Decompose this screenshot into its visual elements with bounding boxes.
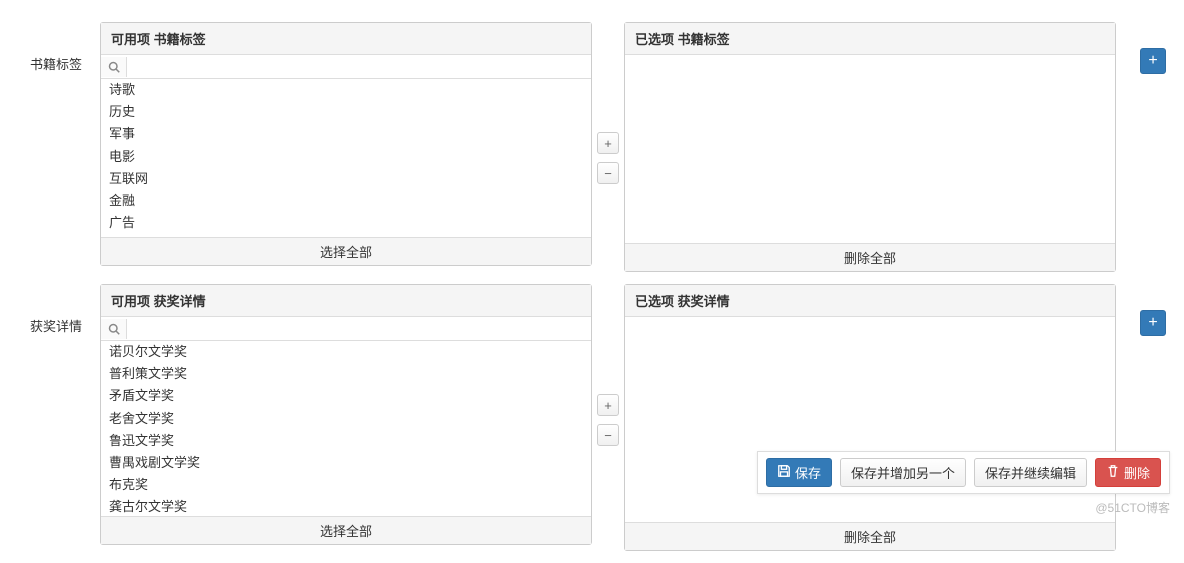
search-icon — [101, 57, 127, 77]
move-left-button-tags[interactable]: − — [597, 162, 619, 184]
list-item[interactable]: 广告 — [101, 212, 591, 234]
move-buttons-awards: + − — [592, 284, 624, 446]
list-item[interactable]: 普利策文学奖 — [101, 363, 591, 385]
move-right-button-tags[interactable]: + — [597, 132, 619, 154]
list-item[interactable]: 矛盾文学奖 — [101, 385, 591, 407]
list-item[interactable]: 金融 — [101, 190, 591, 212]
label-awards: 获奖详情 — [0, 284, 100, 335]
remove-all-awards[interactable]: 删除全部 — [625, 522, 1115, 550]
select-all-awards[interactable]: 选择全部 — [101, 516, 591, 544]
save-label: 保存 — [795, 463, 821, 482]
form-row-awards: 获奖详情 可用项 获奖详情 诺贝尔文学奖 普利策文学奖 矛盾文学奖 老舍文学奖 … — [0, 284, 1184, 563]
watermark: @51CTO博客 — [1095, 499, 1170, 516]
list-item[interactable]: 龚古尔文学奖 — [101, 496, 591, 516]
available-col-tags: 可用项 书籍标签 诗歌 历史 军事 电影 互联网 金融 广告 科技 武侠 科幻 … — [100, 22, 592, 266]
save-button[interactable]: 保存 — [766, 458, 832, 487]
add-col-tags: + — [1116, 22, 1184, 74]
list-item[interactable]: 鲁迅文学奖 — [101, 430, 591, 452]
remove-all-tags[interactable]: 删除全部 — [625, 243, 1115, 271]
available-search-awards — [101, 317, 591, 341]
select-all-tags[interactable]: 选择全部 — [101, 237, 591, 265]
action-bar: 保存 保存并增加另一个 保存并继续编辑 删除 — [757, 451, 1170, 494]
label-tags: 书籍标签 — [0, 22, 100, 73]
selected-col-tags: 已选项 书籍标签 删除全部 — [624, 22, 1116, 272]
available-panel-awards: 可用项 获奖详情 诺贝尔文学奖 普利策文学奖 矛盾文学奖 老舍文学奖 鲁迅文学奖… — [100, 284, 592, 545]
add-col-awards: + — [1116, 284, 1184, 336]
available-col-awards: 可用项 获奖详情 诺贝尔文学奖 普利策文学奖 矛盾文学奖 老舍文学奖 鲁迅文学奖… — [100, 284, 592, 545]
available-header-tags: 可用项 书籍标签 — [101, 23, 591, 55]
selected-panel-tags: 已选项 书籍标签 删除全部 — [624, 22, 1116, 272]
add-tag-button[interactable]: + — [1140, 48, 1166, 74]
list-item[interactable]: 布克奖 — [101, 474, 591, 496]
available-list-awards[interactable]: 诺贝尔文学奖 普利策文学奖 矛盾文学奖 老舍文学奖 鲁迅文学奖 曹禺戏剧文学奖 … — [101, 341, 591, 516]
search-icon — [101, 319, 127, 339]
delete-label: 删除 — [1124, 463, 1150, 482]
list-item[interactable]: 军事 — [101, 123, 591, 145]
list-item[interactable]: 诗歌 — [101, 79, 591, 101]
delete-button[interactable]: 删除 — [1095, 458, 1161, 487]
save-continue-button[interactable]: 保存并继续编辑 — [974, 458, 1087, 487]
move-buttons-tags: + − — [592, 22, 624, 184]
list-item[interactable]: 诺贝尔文学奖 — [101, 341, 591, 363]
move-right-button-awards[interactable]: + — [597, 394, 619, 416]
available-list-tags[interactable]: 诗歌 历史 军事 电影 互联网 金融 广告 科技 武侠 科幻 — [101, 79, 591, 237]
add-award-button[interactable]: + — [1140, 310, 1166, 336]
list-item[interactable]: 互联网 — [101, 168, 591, 190]
save-icon — [777, 464, 791, 481]
list-item[interactable]: 曹禺戏剧文学奖 — [101, 452, 591, 474]
list-item[interactable]: 电影 — [101, 146, 591, 168]
selected-header-awards: 已选项 获奖详情 — [625, 285, 1115, 317]
save-add-another-button[interactable]: 保存并增加另一个 — [840, 458, 966, 487]
available-search-input-tags[interactable] — [127, 55, 591, 78]
available-search-input-awards[interactable] — [127, 317, 591, 340]
trash-icon — [1106, 464, 1120, 481]
available-panel-tags: 可用项 书籍标签 诗歌 历史 军事 电影 互联网 金融 广告 科技 武侠 科幻 … — [100, 22, 592, 266]
selected-col-awards: 已选项 获奖详情 删除全部 — [624, 284, 1116, 551]
available-header-awards: 可用项 获奖详情 — [101, 285, 591, 317]
form-row-tags: 书籍标签 可用项 书籍标签 诗歌 历史 军事 电影 互联网 金融 广告 科技 武… — [0, 0, 1184, 284]
selected-panel-awards: 已选项 获奖详情 删除全部 — [624, 284, 1116, 551]
selected-list-tags[interactable] — [625, 55, 1115, 243]
selected-header-tags: 已选项 书籍标签 — [625, 23, 1115, 55]
available-search-tags — [101, 55, 591, 79]
move-left-button-awards[interactable]: − — [597, 424, 619, 446]
list-item[interactable]: 历史 — [101, 101, 591, 123]
list-item[interactable]: 老舍文学奖 — [101, 408, 591, 430]
